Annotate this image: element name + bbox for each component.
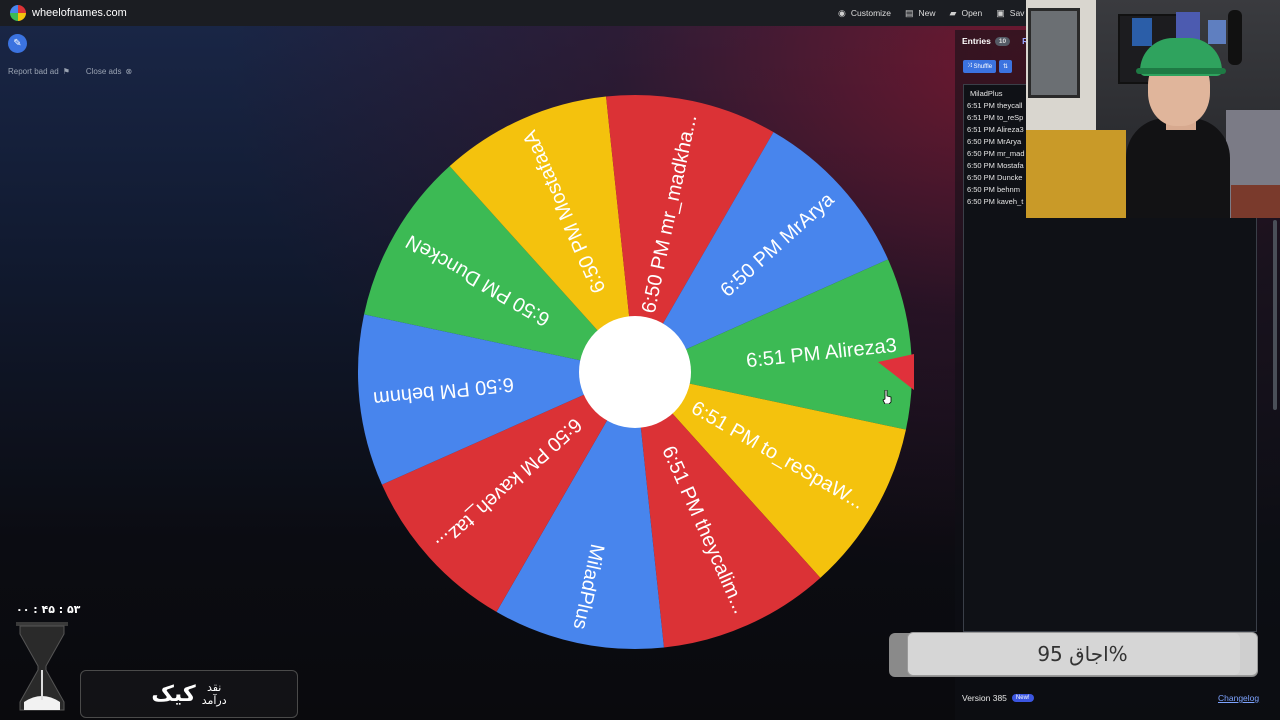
menu-save-label: Sav — [1009, 8, 1025, 18]
panel-tabs: Entries 10 Re — [962, 36, 1033, 46]
hand-cursor-icon — [882, 390, 892, 404]
entries-list: MiladPlus 6:51 PM theycall 6:51 PM to_reSp… — [967, 88, 1027, 208]
top-menu: ◉ Customize ▤ New ▰ Open ▣ Sav — [838, 0, 1038, 26]
kick-sub-line-1: نقد — [206, 681, 222, 694]
site-title: wheelofnames.com — [32, 7, 127, 19]
menu-open[interactable]: ▰ Open — [950, 8, 983, 19]
save-icon: ▣ — [996, 7, 1005, 18]
wheel-logo-icon — [10, 5, 26, 21]
wheel-svg[interactable]: 6:50 PM DunckeN6:50 PM MostafaaA 6:50 PM … — [355, 92, 915, 652]
entry-item: 6:50 PM Duncke — [967, 173, 1023, 182]
stream-progress-bar: اجاق 95% — [907, 632, 1258, 676]
shuffle-button[interactable]: ⤨ Shuffle — [963, 60, 997, 73]
changelog-link[interactable]: Changelog — [1218, 693, 1259, 703]
kick-donation-box: کیک نقد درآمد — [80, 670, 298, 718]
shuffle-label: Shuffle — [973, 63, 993, 70]
webcam-poster — [1208, 20, 1226, 44]
webcam-guitar — [1228, 10, 1242, 65]
entry-item: 6:51 PM to_reSp — [967, 113, 1024, 122]
webcam-desk — [1026, 130, 1126, 218]
webcam-overlay — [1026, 0, 1280, 218]
webcam-person-body — [1126, 118, 1230, 218]
wheel[interactable]: 6:50 PM DunckeN 6:50 PM MostafaaA 6:50 PM … — [355, 92, 915, 652]
entry-item: MiladPlus — [970, 89, 1003, 98]
menu-new[interactable]: ▤ New — [905, 8, 936, 19]
file-icon: ▤ — [905, 7, 914, 18]
menu-customize-label: Customize — [850, 8, 892, 18]
close-circle-icon: ⊗ — [125, 67, 133, 76]
entry-item: 6:50 PM behnm — [967, 185, 1020, 194]
edit-button[interactable]: ✎ — [8, 34, 27, 53]
progress-text: اجاق 95% — [1037, 642, 1128, 666]
sort-icon: ⇅ — [1003, 64, 1009, 70]
entries-toolbar: ⤨ Shuffle ⇅ — [963, 60, 1015, 73]
version-label: Version 385 — [962, 693, 1007, 703]
new-badge: New! — [1011, 694, 1034, 702]
menu-open-label: Open — [961, 8, 983, 18]
report-bad-ad-link[interactable]: Report bad ad ⚑ — [8, 67, 74, 76]
webcam-person-cap-brim — [1136, 68, 1226, 74]
entry-item: 6:50 PM Mostafa — [967, 161, 1024, 170]
menu-customize[interactable]: ◉ Customize — [838, 8, 891, 19]
entry-item: 6:50 PM mr_mad — [967, 149, 1025, 158]
stream-timer: ۰۰ : ۴۵ : ۵۳ — [16, 603, 81, 616]
wheel-center-button[interactable] — [579, 316, 691, 428]
pencil-icon: ✎ — [13, 38, 22, 49]
kick-main-text: کیک — [151, 681, 196, 707]
entry-item: 6:51 PM theycall — [967, 101, 1023, 110]
hourglass-icon — [16, 622, 68, 711]
kick-sub-line-2: درآمد — [201, 694, 227, 707]
folder-icon: ▰ — [949, 7, 957, 18]
menu-new-label: New — [918, 8, 936, 18]
webcam-rug — [1231, 185, 1280, 218]
sort-button[interactable]: ⇅ — [999, 60, 1013, 73]
version-info: Version 385 New! — [962, 693, 1034, 703]
entry-item: 6:51 PM Alireza3 — [967, 125, 1024, 134]
close-ads-link[interactable]: Close ads ⊗ — [86, 67, 136, 76]
kick-sub-text: نقد درآمد — [202, 681, 227, 707]
entries-count-badge: 10 — [994, 36, 1011, 46]
ad-links: Report bad ad ⚑ Close ads ⊗ — [8, 67, 148, 76]
webcam-poster — [1132, 18, 1152, 46]
entry-item: 6:50 PM MrArya — [967, 137, 1022, 146]
menu-save[interactable]: ▣ Sav — [996, 8, 1024, 19]
flag-icon: ⚑ — [62, 67, 70, 76]
brand[interactable]: wheelofnames.com — [10, 5, 127, 21]
report-bad-ad-label: Report bad ad — [8, 67, 59, 76]
tab-entries[interactable]: Entries 10 — [962, 36, 1011, 46]
scrollbar[interactable] — [1273, 220, 1277, 410]
webcam-picture-frame — [1028, 8, 1080, 98]
tab-entries-label: Entries — [962, 36, 991, 46]
palette-icon: ◉ — [838, 7, 846, 18]
close-ads-label: Close ads — [85, 67, 122, 76]
entry-item: 6:50 PM kaveh_t — [967, 197, 1024, 206]
